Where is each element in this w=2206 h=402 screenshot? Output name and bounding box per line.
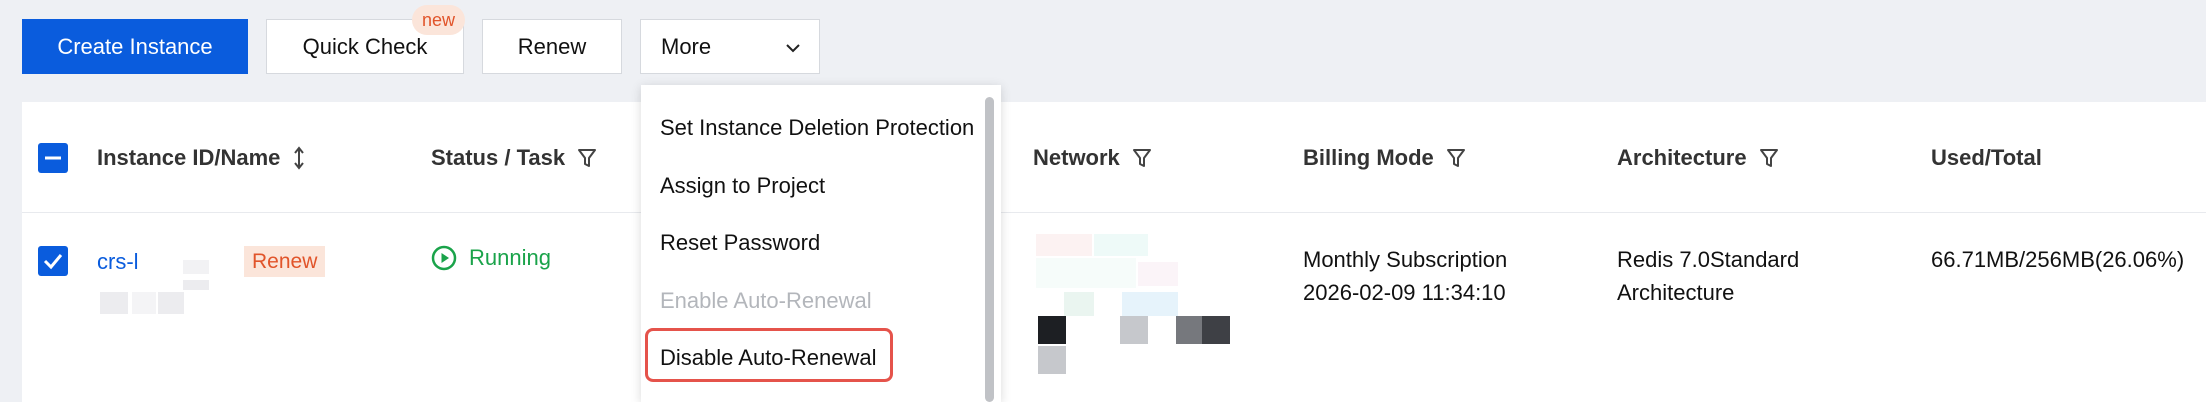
filter-funnel-icon[interactable] [1132, 147, 1152, 169]
architecture-line1: Redis 7.0Standard [1617, 247, 1800, 272]
menu-item-enable-auto-renewal: Enable Auto-Renewal [660, 288, 872, 313]
header-divider [22, 212, 2206, 213]
toolbar: Create Instance Quick Check new Renew Mo… [0, 0, 2206, 90]
select-all-checkbox[interactable] [38, 143, 68, 173]
more-label: More [661, 33, 712, 59]
filter-funnel-icon[interactable] [577, 147, 597, 169]
chevron-down-icon [786, 44, 800, 53]
column-header-status-label: Status / Task [431, 145, 566, 170]
column-header-network-label: Network [1033, 145, 1120, 170]
billing-date-text: 2026-02-09 11:34:10 [1303, 280, 1506, 305]
renew-label: Renew [517, 33, 587, 59]
menu-item-assign-project[interactable]: Assign to Project [660, 173, 825, 199]
row-checkbox[interactable] [38, 246, 68, 276]
create-instance-button[interactable]: Create Instance [22, 19, 248, 74]
column-header-billing[interactable]: Billing Mode [1303, 145, 1466, 171]
architecture-cell: Redis 7.0Standard Architecture [1617, 243, 1799, 309]
create-instance-label: Create Instance [57, 33, 213, 59]
column-header-used-label: Used/Total [1931, 145, 2042, 170]
sort-arrows-icon[interactable] [292, 146, 306, 170]
billing-mode-text: Monthly Subscription [1303, 247, 1508, 272]
new-badge: new [412, 5, 466, 35]
used-total-cell: 66.71MB/256MB(26.06%) [1931, 247, 2185, 272]
menu-item-deletion-protection[interactable]: Set Instance Deletion Protection [660, 115, 974, 141]
menu-scrollbar[interactable] [985, 97, 994, 402]
minus-icon [45, 156, 61, 160]
billing-mode-cell: Monthly Subscription 2026-02-09 11:34:10 [1303, 243, 1507, 309]
column-header-status[interactable]: Status / Task [431, 145, 597, 171]
more-dropdown-menu: Set Instance Deletion Protection Assign … [641, 85, 1001, 402]
instance-id-link[interactable]: crs-l [97, 245, 139, 278]
column-header-instance[interactable]: Instance ID/Name [97, 145, 306, 171]
play-circle-icon [431, 245, 457, 271]
renew-button[interactable]: Renew [482, 19, 622, 74]
status-running: Running [431, 245, 551, 271]
checkmark-icon [43, 254, 63, 270]
menu-item-reset-password[interactable]: Reset Password [660, 230, 820, 256]
column-header-instance-label: Instance ID/Name [97, 145, 281, 170]
column-header-billing-label: Billing Mode [1303, 145, 1434, 170]
menu-item-disable-auto-renewal[interactable]: Disable Auto-Renewal [660, 345, 876, 371]
column-header-network[interactable]: Network [1033, 145, 1152, 171]
filter-funnel-icon[interactable] [1759, 147, 1779, 169]
column-header-architecture-label: Architecture [1617, 145, 1747, 170]
filter-funnel-icon[interactable] [1446, 147, 1466, 169]
column-header-architecture[interactable]: Architecture [1617, 145, 1779, 171]
renew-tag[interactable]: Renew [244, 246, 326, 277]
architecture-line2: Architecture [1617, 280, 1735, 305]
status-label: Running [469, 245, 551, 270]
quick-check-label: Quick Check [302, 33, 428, 59]
column-header-used: Used/Total [1931, 145, 2042, 171]
more-dropdown-button[interactable]: More [640, 19, 820, 74]
